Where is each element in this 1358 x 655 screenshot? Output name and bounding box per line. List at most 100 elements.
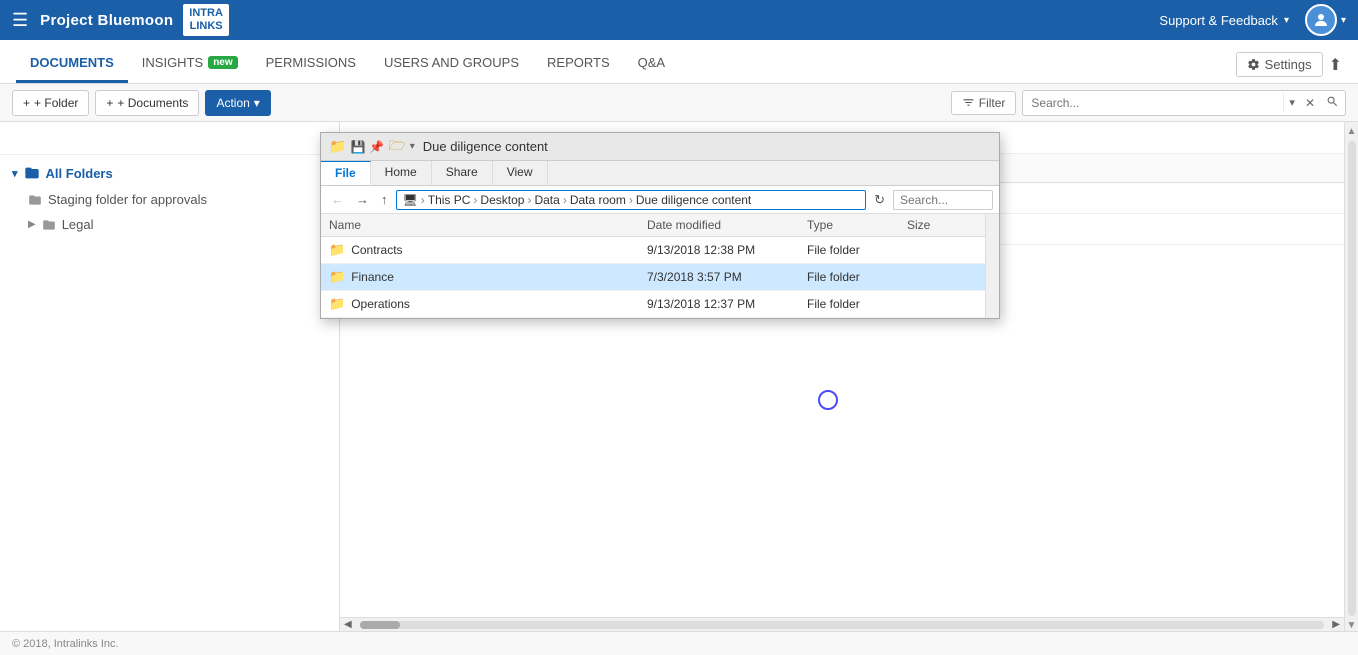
new-badge: new [208,56,237,69]
fe-tab-view[interactable]: View [493,161,548,185]
fe-this-pc-icon: 🖥 [403,193,418,207]
horizontal-scrollbar[interactable]: ◀ ▶ [340,617,1344,631]
main-content: « ▾ All Folders Staging folder for appro… [0,122,1358,631]
scroll-up-icon[interactable]: ▲ [1347,126,1357,137]
folder-tree: ▾ All Folders Staging folder for approva… [0,155,339,631]
search-clear-icon[interactable]: ✕ [1300,92,1320,114]
fe-row-operations[interactable]: 📁 Operations 9/13/2018 12:37 PM File fol… [321,291,985,318]
fe-content: Name Date modified Type Size 📁 Contracts… [321,214,999,318]
fe-row-name: 📁 Contracts [329,242,647,258]
sidebar-item-staging[interactable]: Staging folder for approvals [0,187,339,212]
scroll-down-icon[interactable]: ▼ [1347,620,1357,631]
fe-col-date: Date modified [647,218,807,232]
sidebar-item-legal[interactable]: ▶ Legal [0,212,339,237]
fe-arrow-icon: ▾ [410,141,415,152]
user-chevron-icon[interactable]: ▾ [1341,15,1346,26]
fe-table-header: Name Date modified Type Size [321,214,985,237]
fe-tab-home[interactable]: Home [371,161,432,185]
action-label: Action [216,96,249,110]
folder-icon [24,165,40,181]
hamburger-menu-icon[interactable]: ☰ [12,10,28,31]
top-navigation: ☰ Project Bluemoon INTRA LINKS Support &… [0,0,1358,40]
fe-folder-icon: 📁 [329,138,346,155]
action-button[interactable]: Action ▾ [205,90,270,116]
vertical-scrollbar[interactable]: ▲ ▼ [1344,122,1358,631]
fe-row-finance[interactable]: 📁 Finance 7/3/2018 3:57 PM File folder [321,264,985,291]
fe-tab-share[interactable]: Share [432,161,493,185]
settings-label: Settings [1265,57,1312,72]
breadcrumb-desktop[interactable]: Desktop [480,193,524,207]
file-explorer-titlebar: 📁 💾 📌 🗁 ▾ Due diligence content [321,133,999,161]
scroll-left-icon[interactable]: ◀ [340,619,356,630]
tab-users-groups[interactable]: USERS AND GROUPS [370,45,533,83]
settings-icon [1247,58,1260,71]
fe-title-text: Due diligence content [423,139,548,154]
project-title: Project Bluemoon [40,12,173,29]
fe-col-name: Name [329,218,647,232]
fe-operations-folder-icon: 📁 [329,296,345,312]
sidebar: « ▾ All Folders Staging folder for appro… [0,122,340,631]
fe-row-contracts[interactable]: 📁 Contracts 9/13/2018 12:38 PM File fold… [321,237,985,264]
breadcrumb-data[interactable]: Data [534,193,559,207]
copyright-text: © 2018, Intralinks Inc. [12,638,119,650]
intralinks-logo: INTRA LINKS [183,4,229,36]
fe-up-button[interactable]: ↑ [377,190,392,209]
fe-forward-button[interactable]: → [352,190,373,209]
breadcrumb-diligence[interactable]: Due diligence content [636,193,751,207]
filter-label: Filter [979,96,1006,110]
add-folder-button[interactable]: + + Folder [12,90,89,116]
collapse-panel-button[interactable]: ⬆ [1329,55,1342,75]
tab-qna[interactable]: Q&A [624,45,679,83]
staging-folder-icon [28,193,42,207]
fe-back-button: ← [327,190,348,209]
fe-breadcrumb[interactable]: 🖥 › This PC › Desktop › Data › Data room… [396,190,867,210]
fe-row-name: 📁 Finance [329,269,647,285]
fe-tab-file[interactable]: File [321,161,371,185]
fe-addressbar: ← → ↑ 🖥 › This PC › Desktop › Data › Dat… [321,186,999,214]
tab-insights[interactable]: INSIGHTS new [128,45,252,83]
fe-vertical-scrollbar[interactable] [985,214,999,318]
fe-contracts-folder-icon: 📁 [329,242,345,258]
scroll-thumb[interactable] [360,621,400,629]
breadcrumb-this-pc[interactable]: This PC [428,193,471,207]
scroll-right-icon[interactable]: ▶ [1328,619,1344,630]
user-icon [1312,11,1330,29]
search-go-icon[interactable] [1320,91,1345,115]
fe-row-name: 📁 Operations [329,296,647,312]
add-documents-button[interactable]: + + Documents [95,90,199,116]
fe-save-icon[interactable]: 💾 [350,140,365,154]
fe-pin-icon[interactable]: 📌 [369,140,384,154]
support-feedback-button[interactable]: Support & Feedback ▾ [1159,13,1289,28]
filter-button[interactable]: Filter [951,91,1017,115]
support-feedback-label: Support & Feedback [1159,13,1278,28]
breadcrumb-dataroom[interactable]: Data room [570,193,626,207]
support-feedback-chevron-icon: ▾ [1284,15,1289,26]
tab-documents[interactable]: DOCUMENTS [16,45,128,83]
legal-folder-label: Legal [62,217,94,232]
action-chevron-icon: ▾ [254,96,260,110]
sidebar-item-all-folders[interactable]: ▾ All Folders [0,159,339,187]
scroll-track [360,621,1325,629]
fe-refresh-button[interactable]: ↻ [870,190,889,210]
staging-folder-label: Staging folder for approvals [48,192,207,207]
tree-expand-icon: ▾ [12,167,18,180]
search-dropdown-icon[interactable]: ▾ [1283,92,1300,113]
file-explorer-window: 📁 💾 📌 🗁 ▾ Due diligence content File Hom… [320,132,1000,319]
fe-search-input[interactable] [893,190,993,210]
tab-reports[interactable]: REPORTS [533,45,624,83]
tab-permissions[interactable]: PERMISSIONS [252,45,370,83]
search-input[interactable] [1023,92,1283,114]
legal-expand-icon: ▶ [28,219,36,230]
add-folder-label: + Folder [34,96,78,110]
add-folder-icon: + [23,96,30,110]
all-folders-label: All Folders [46,166,113,181]
footer: © 2018, Intralinks Inc. [0,631,1358,655]
user-profile-button[interactable] [1305,4,1337,36]
fe-folder2-icon: 🗁 [388,135,405,159]
legal-folder-icon [42,218,56,232]
sidebar-header: « [0,122,339,155]
add-documents-icon: + [106,96,113,110]
vertical-scroll-track [1348,141,1356,616]
settings-button[interactable]: Settings [1236,52,1323,77]
fe-file-list: Name Date modified Type Size 📁 Contracts… [321,214,985,318]
